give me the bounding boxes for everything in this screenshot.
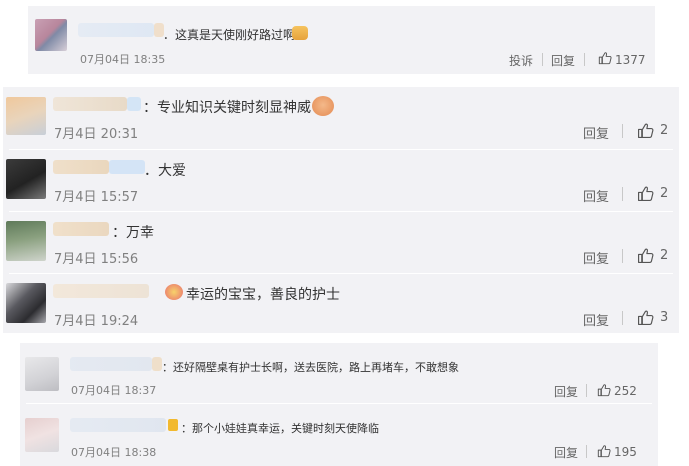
username-blurred[interactable]: [70, 357, 152, 371]
sparkle-emoji-icon: [165, 284, 183, 300]
like-icon[interactable]: [598, 51, 612, 65]
like-count[interactable]: 1377: [615, 53, 646, 67]
reply-button[interactable]: 回复: [551, 52, 575, 69]
separator: [586, 445, 587, 458]
reply-button[interactable]: 回复: [554, 444, 578, 461]
username-blurred[interactable]: [78, 23, 154, 37]
reply-button[interactable]: 回复: [554, 383, 578, 400]
username-blurred[interactable]: [53, 97, 127, 111]
like-count[interactable]: 252: [614, 384, 637, 398]
list-item: ：万幸 7月4日 15:56 回复 2: [3, 211, 679, 271]
username-blurred[interactable]: [53, 284, 149, 298]
like-icon[interactable]: [597, 444, 611, 458]
comment-time: 07月04日 18:35: [80, 53, 166, 66]
comment-text: ：那个小娃娃真幸运，关键时刻天使降临: [181, 422, 379, 435]
separator: [622, 311, 623, 325]
username-blurred-end: [109, 160, 145, 174]
separator: [622, 124, 623, 138]
comment-panel-top: ．这真是天使刚好路过啊 07月04日 18:35 投诉 回复 1377: [28, 6, 655, 74]
like-icon[interactable]: [637, 247, 654, 264]
list-item: 幸运的宝宝，善良的护士 7月4日 19:24 回复 3: [3, 273, 679, 333]
comment-text: ．大爱: [144, 163, 186, 179]
list-item: ：专业知识关键时刻显神威 7月4日 20:31 回复 2: [3, 87, 679, 147]
separator: [622, 249, 623, 263]
avatar[interactable]: [6, 159, 46, 199]
username-blurred[interactable]: [53, 222, 109, 236]
list-item: ．大爱 7月4日 15:57 回复 2: [3, 149, 679, 211]
avatar[interactable]: [6, 283, 46, 323]
username-blurred[interactable]: [53, 160, 109, 174]
like-icon[interactable]: [637, 185, 654, 202]
avatar[interactable]: [35, 19, 67, 51]
like-count[interactable]: 3: [660, 310, 668, 325]
list-item: ：还好隔壁桌有护士长啊，送去医院，路上再堵车，不敢想象 07月04日 18:37…: [20, 343, 658, 403]
avatar[interactable]: [25, 357, 59, 391]
reply-button[interactable]: 回复: [583, 248, 609, 267]
avatar[interactable]: [6, 221, 46, 261]
comment-text: ．这真是天使刚好路过啊: [163, 28, 296, 42]
comment-time: 07月04日 18:38: [71, 446, 157, 459]
like-icon[interactable]: [597, 383, 611, 397]
avatar[interactable]: [25, 418, 59, 452]
report-button[interactable]: 投诉: [509, 52, 533, 69]
separator: [542, 53, 543, 66]
divider: [26, 403, 652, 404]
username-blurred-end: [127, 97, 141, 111]
comment-time: 7月4日 15:57: [54, 190, 139, 205]
reply-button[interactable]: 回复: [583, 186, 609, 205]
username-blurred[interactable]: [70, 418, 166, 432]
comment-time: 07月04日 18:37: [71, 384, 157, 397]
separator: [586, 384, 587, 397]
like-count[interactable]: 2: [660, 248, 668, 263]
comment-text: 幸运的宝宝，善良的护士: [186, 287, 340, 303]
separator: [584, 53, 585, 66]
like-icon[interactable]: [637, 122, 654, 139]
comment-panel-middle: ：专业知识关键时刻显神威 7月4日 20:31 回复 2 ．大爱 7月4日 15…: [3, 87, 679, 333]
praying-hands-emoji-icon: [312, 96, 334, 116]
separator: [622, 187, 623, 201]
thumbs-up-emoji-icon: [292, 26, 308, 40]
comment-panel-bottom: ：还好隔壁桌有护士长啊，送去医院，路上再堵车，不敢想象 07月04日 18:37…: [20, 343, 658, 466]
reply-button[interactable]: 回复: [583, 123, 609, 142]
comment-text: ：专业知识关键时刻显神威: [143, 100, 311, 116]
like-icon[interactable]: [637, 309, 654, 326]
username-blurred-end: [152, 357, 162, 371]
comment-text: ：万幸: [112, 225, 154, 241]
like-count[interactable]: 195: [614, 445, 637, 459]
list-item: ：那个小娃娃真幸运，关键时刻天使降临 07月04日 18:38 回复 195: [20, 405, 658, 465]
comment-time: 7月4日 19:24: [54, 314, 139, 329]
comment-text: ：还好隔壁桌有护士长啊，送去医院，路上再堵车，不敢想象: [162, 361, 459, 374]
like-count[interactable]: 2: [660, 123, 668, 138]
avatar[interactable]: [6, 97, 46, 135]
comment-time: 7月4日 20:31: [54, 127, 139, 142]
comment-time: 7月4日 15:56: [54, 252, 139, 267]
like-count[interactable]: 2: [660, 186, 668, 201]
reply-button[interactable]: 回复: [583, 310, 609, 329]
checkmark-emoji-icon: [168, 419, 178, 431]
